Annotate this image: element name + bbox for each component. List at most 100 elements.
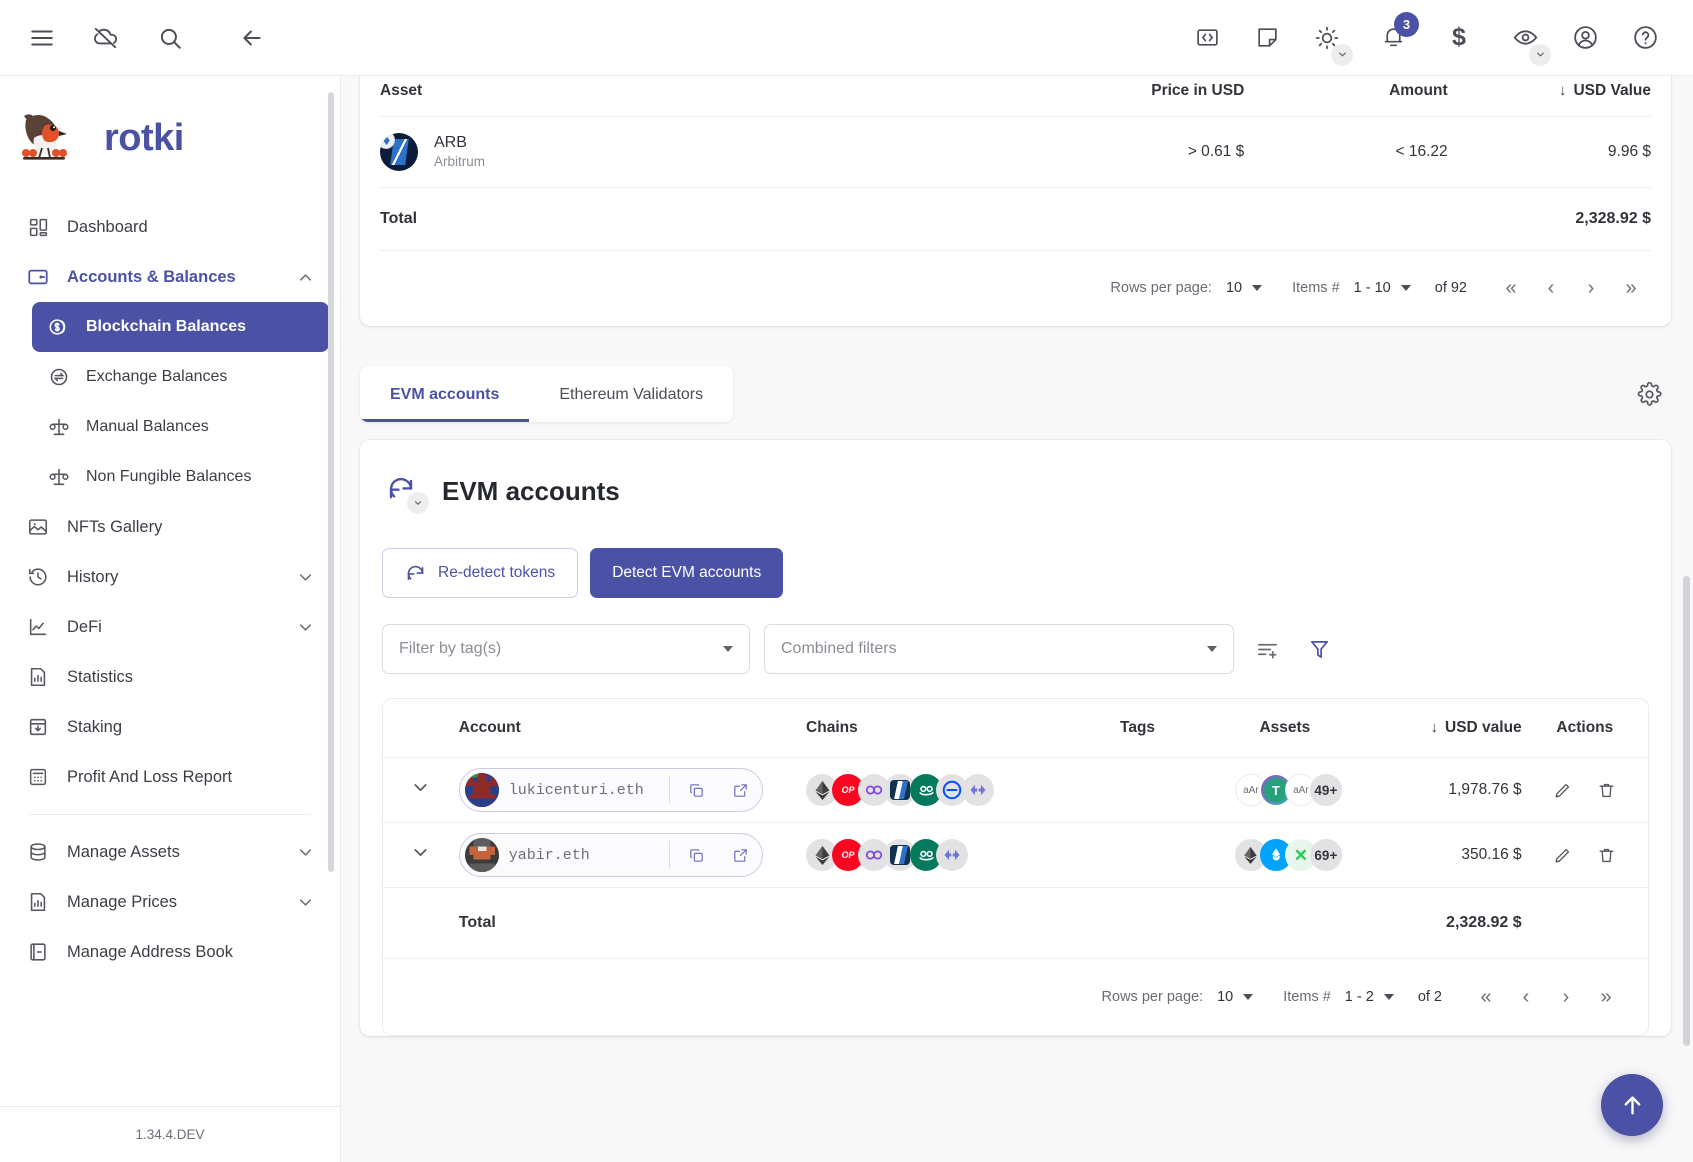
filters-row: Filter by tag(s) Combined filters (382, 624, 1649, 674)
scroll-to-top-button[interactable] (1601, 1074, 1663, 1136)
chevron-down-icon[interactable] (1331, 43, 1353, 66)
col-account[interactable]: Account (459, 699, 806, 758)
menu-icon[interactable] (22, 18, 62, 58)
last-page-button[interactable]: » (1586, 977, 1626, 1017)
items-total: of 2 (1417, 989, 1442, 1005)
account-circle-icon[interactable] (1565, 18, 1605, 58)
chevron-down-icon[interactable] (410, 842, 431, 863)
address-pill[interactable]: lukicenturi.eth (458, 768, 763, 812)
items-range-select[interactable]: 1 - 2 (1345, 989, 1394, 1005)
sidebar-item-accounts-balances[interactable]: Accounts & Balances (11, 252, 329, 302)
tag-filter-select[interactable]: Filter by tag(s) (382, 624, 750, 674)
chevron-down-icon[interactable] (407, 492, 429, 514)
sidebar-item-exchange-balances[interactable]: Exchange Balances (32, 352, 329, 402)
assets-overflow-count[interactable]: 69+ (1309, 839, 1342, 871)
sidebar-item-nfts-gallery[interactable]: NFTs Gallery (11, 502, 329, 552)
detect-evm-accounts-button[interactable]: Detect EVM accounts (590, 548, 784, 598)
address-pill[interactable]: yabir.eth (458, 833, 763, 877)
last-page-button[interactable]: » (1611, 268, 1651, 308)
tab-ethereum-validators[interactable]: Ethereum Validators (529, 366, 733, 422)
next-page-button[interactable]: › (1571, 268, 1611, 308)
external-link-icon[interactable] (724, 838, 758, 872)
chevron-down-icon[interactable] (1529, 43, 1551, 66)
items-range-select[interactable]: 1 - 10 (1354, 280, 1411, 296)
arrow-up-icon (1624, 1095, 1640, 1115)
filter-funnel-icon[interactable] (1300, 630, 1338, 668)
privacy-eye-icon[interactable] (1505, 18, 1551, 66)
spacer-cell (1244, 187, 1448, 250)
sidebar-item-manual-balances[interactable]: Manual Balances (32, 402, 329, 452)
table-row[interactable]: ARB Arbitrum > 0.61 $ < 16.22 9.96 $ (380, 116, 1651, 188)
sidebar-item-manage-address-book[interactable]: Manage Address Book (11, 927, 329, 977)
copy-icon[interactable] (680, 773, 714, 807)
tab-evm-accounts[interactable]: EVM accounts (360, 366, 530, 422)
table-row[interactable]: yabir.eth OP ✕ 69+ 350.16 $ (383, 822, 1648, 888)
sidebar-item-manage-assets[interactable]: Manage Assets (11, 827, 329, 877)
asset-stack: aAr T aAr 49+ (1206, 774, 1364, 806)
first-page-button[interactable]: « (1466, 977, 1506, 1017)
scroll-chain-icon[interactable] (936, 839, 969, 871)
chevron-up-icon[interactable] (296, 268, 315, 287)
edit-icon[interactable] (1543, 770, 1583, 810)
code-icon[interactable] (1187, 18, 1227, 58)
chevron-down-icon[interactable] (296, 893, 315, 912)
edit-icon[interactable] (1543, 835, 1583, 875)
chevron-down-icon[interactable] (296, 843, 315, 862)
col-amount[interactable]: Amount (1244, 76, 1448, 117)
delete-icon[interactable] (1587, 770, 1627, 810)
delete-icon[interactable] (1587, 835, 1627, 875)
back-arrow-icon[interactable] (232, 18, 272, 58)
sidebar-item-staking[interactable]: Staking (11, 702, 329, 752)
sidebar-item-statistics[interactable]: Statistics (11, 652, 329, 702)
first-page-button[interactable]: « (1491, 268, 1531, 308)
rows-per-page-select[interactable]: 10 (1217, 989, 1254, 1005)
col-asset[interactable]: Asset (380, 76, 990, 117)
redetect-tokens-button[interactable]: Re-detect tokens (382, 548, 579, 598)
table-row[interactable]: lukicenturi.eth OP aAr T aAr 49+ 1,978.7… (383, 757, 1648, 823)
refresh-icon[interactable] (386, 474, 429, 514)
col-assets[interactable]: Assets (1206, 699, 1364, 758)
search-icon[interactable] (150, 18, 190, 58)
page-title: EVM accounts (442, 475, 620, 506)
cloud-off-icon[interactable] (86, 18, 126, 58)
sidebar-item-defi[interactable]: DeFi (11, 602, 329, 652)
currency-dollar-icon[interactable]: $ (1439, 18, 1479, 58)
col-price-in-usd[interactable]: Price in USD (990, 76, 1244, 117)
copy-icon[interactable] (680, 838, 714, 872)
accounts-table-pagination: Rows per page: 10 Items # 1 - 2 of 2 « ‹… (383, 958, 1648, 1035)
gear-icon[interactable] (1627, 372, 1671, 416)
assets-overflow-count[interactable]: 49+ (1309, 774, 1342, 806)
sidebar-item-blockchain-balances[interactable]: Blockchain Balances (32, 302, 329, 352)
sort-desc-arrow-icon: ↓ (1558, 82, 1567, 99)
external-link-icon[interactable] (724, 773, 758, 807)
sidebar-item-dashboard[interactable]: Dashboard (11, 202, 329, 252)
prev-page-button[interactable]: ‹ (1531, 268, 1571, 308)
main-scrollbar[interactable] (1683, 576, 1690, 1046)
sidebar-item-manage-prices[interactable]: Manage Prices (11, 877, 329, 927)
sidebar-item-profit-and-loss-report[interactable]: Profit And Loss Report (11, 752, 329, 802)
add-filter-rows-icon[interactable] (1248, 630, 1286, 668)
notes-icon[interactable] (1247, 18, 1287, 58)
prev-page-button[interactable]: ‹ (1506, 977, 1546, 1017)
next-page-button[interactable]: › (1546, 977, 1586, 1017)
chevron-down-icon[interactable] (296, 568, 315, 587)
sidebar-item-history[interactable]: History (11, 552, 329, 602)
divider (668, 841, 670, 869)
spacer-cell (1521, 887, 1648, 958)
chevron-down-icon[interactable] (296, 618, 315, 637)
col-usd-value[interactable]: ↓ USD Value (1448, 76, 1651, 117)
scroll-chain-icon[interactable] (962, 774, 995, 806)
rows-per-page-select[interactable]: 10 (1226, 280, 1263, 296)
sidebar-item-non-fungible-balances[interactable]: Non Fungible Balances (32, 452, 329, 502)
theme-brightness-icon[interactable] (1307, 18, 1353, 66)
sidebar-scrollbar[interactable] (328, 92, 334, 872)
col-chains[interactable]: Chains (806, 699, 1069, 758)
notification-badge: 3 (1394, 11, 1419, 37)
sidebar-item-label: Manage Prices (67, 892, 178, 911)
combined-filter-input[interactable]: Combined filters (764, 624, 1234, 674)
help-circle-icon[interactable] (1625, 18, 1665, 58)
notifications-bell-icon[interactable]: 3 (1373, 11, 1419, 58)
chevron-down-icon[interactable] (410, 777, 431, 798)
col-usd-value[interactable]: ↓ USD value (1364, 699, 1522, 758)
col-tags[interactable]: Tags (1069, 699, 1206, 758)
